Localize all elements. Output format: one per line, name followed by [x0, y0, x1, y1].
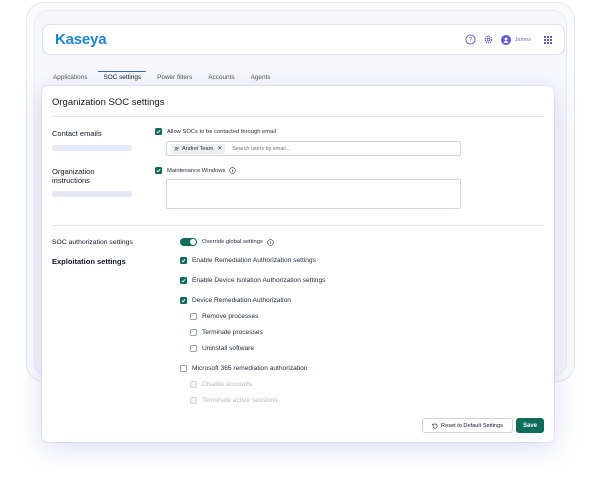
m365-sub-option: Disable accounts	[190, 381, 252, 388]
page-title: Organization SOC settings	[52, 97, 165, 108]
allow-soc-email-label: Allow SOCs to be contacted through email	[167, 128, 276, 135]
remediation-auth-checkbox[interactable]	[180, 257, 187, 264]
maintenance-windows-textarea[interactable]	[166, 179, 461, 209]
override-global-option[interactable]: Override global settings	[180, 238, 274, 246]
reset-defaults-button[interactable]: Reset to Default Settings	[422, 418, 513, 433]
m365-remediation-checkbox[interactable]	[180, 365, 187, 372]
soc-authorization-label: SOC authorization settings	[52, 239, 133, 246]
placeholder-bar	[52, 145, 132, 151]
settings-panel: Organization SOC settings Contact emails…	[42, 86, 554, 442]
reset-defaults-label: Reset to Default Settings	[441, 422, 503, 429]
info-icon[interactable]	[267, 238, 274, 246]
m365-option[interactable]: Microsoft 365 remediation authorization	[180, 365, 307, 372]
maintenance-windows-checkbox[interactable]	[155, 167, 162, 174]
device-remediation-checkbox[interactable]	[180, 297, 187, 304]
email-recipients-field[interactable]: Andrei Team ✕ Search users by email...	[166, 141, 461, 156]
group-icon	[174, 146, 180, 152]
device-isolation-checkbox[interactable]	[180, 277, 187, 284]
tab-soc-settings[interactable]: SOC settings	[98, 71, 147, 85]
save-button[interactable]: Save	[516, 418, 544, 433]
exploitation-option[interactable]: Enable Remediation Authorization setting…	[180, 257, 316, 264]
device-remediation-label: Device Remediation Authorization	[192, 297, 291, 304]
device-sub-option[interactable]: Remove processes	[190, 313, 258, 320]
allow-soc-email-option[interactable]: Allow SOCs to be contacted through email	[155, 128, 276, 135]
reset-icon	[432, 423, 438, 429]
terminate-sessions-label: Terminate active sessions	[202, 397, 278, 404]
maintenance-windows-label: Maintenance Windows	[167, 167, 226, 174]
remove-processes-label: Remove processes	[202, 313, 259, 320]
tab-agents[interactable]: Agents	[246, 71, 276, 85]
recipient-chip[interactable]: Andrei Team ✕	[171, 143, 226, 154]
exploitation-settings-label: Exploitation settings	[52, 257, 126, 266]
remove-processes-checkbox[interactable]	[190, 313, 197, 320]
uninstall-software-label: Uninstall software	[202, 345, 255, 352]
organization-instructions-label: Organization instructions	[52, 167, 95, 185]
divider	[52, 116, 544, 117]
override-global-label: Override global settings	[202, 239, 263, 245]
remove-chip-icon[interactable]: ✕	[217, 145, 222, 152]
device-sub-option[interactable]: Uninstall software	[190, 345, 254, 352]
remediation-auth-label: Enable Remediation Authorization setting…	[192, 257, 316, 264]
info-icon[interactable]	[229, 167, 237, 174]
exploitation-option[interactable]: Enable Device Isolation Authorization se…	[180, 277, 325, 284]
divider	[52, 225, 544, 226]
check-icon	[181, 299, 186, 303]
email-search-input[interactable]: Search users by email...	[232, 146, 290, 152]
m365-sub-option: Terminate active sessions	[190, 397, 278, 404]
check-icon	[156, 130, 161, 134]
top-navbar: Kaseya ? James	[42, 24, 565, 55]
terminate-sessions-checkbox	[190, 397, 197, 404]
terminate-processes-checkbox[interactable]	[190, 329, 197, 336]
uninstall-software-checkbox[interactable]	[190, 345, 197, 352]
check-icon	[181, 279, 186, 283]
tab-applications[interactable]: Applications	[48, 71, 92, 85]
recipient-chip-label: Andrei Team	[182, 145, 214, 152]
username[interactable]: James	[515, 37, 531, 43]
check-icon	[181, 259, 186, 263]
disable-accounts-checkbox	[190, 381, 197, 388]
contact-emails-label: Contact emails	[52, 129, 102, 138]
placeholder-bar	[52, 191, 132, 197]
exploitation-option[interactable]: Device Remediation Authorization	[180, 297, 291, 304]
help-icon[interactable]: ?	[465, 34, 476, 45]
terminate-processes-label: Terminate processes	[202, 329, 263, 336]
maintenance-windows-option[interactable]: Maintenance Windows	[155, 167, 237, 174]
override-global-toggle[interactable]	[180, 238, 197, 246]
tab-bar: Applications SOC settings Power filters …	[48, 71, 282, 85]
apps-grid-icon[interactable]	[544, 35, 552, 44]
kaseya-logo[interactable]: Kaseya	[55, 31, 107, 48]
svg-text:?: ?	[469, 38, 473, 44]
top-actions: ? James	[465, 34, 552, 45]
disable-accounts-label: Disable accounts	[202, 381, 253, 388]
user-avatar[interactable]	[500, 34, 511, 45]
m365-remediation-label: Microsoft 365 remediation authorization	[192, 365, 308, 372]
check-icon	[156, 169, 161, 173]
gear-icon[interactable]	[483, 34, 494, 45]
device-sub-option[interactable]: Terminate processes	[190, 329, 263, 336]
tab-accounts[interactable]: Accounts	[203, 71, 239, 85]
allow-soc-email-checkbox[interactable]	[155, 128, 162, 135]
device-isolation-label: Enable Device Isolation Authorization se…	[192, 277, 326, 284]
user-icon	[503, 37, 509, 43]
tab-power-filters[interactable]: Power filters	[152, 71, 197, 85]
